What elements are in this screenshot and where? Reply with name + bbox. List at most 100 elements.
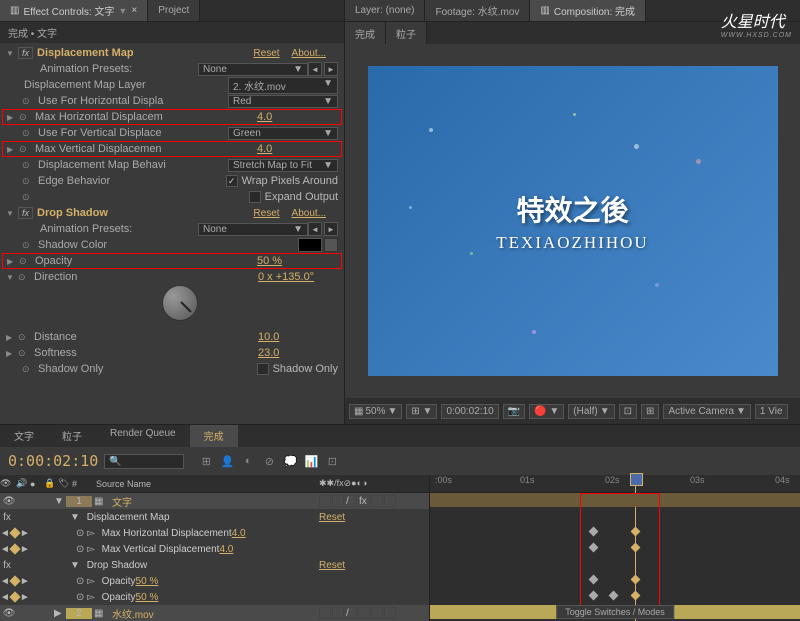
tab-project[interactable]: Project	[148, 0, 200, 21]
frame-blend-icon[interactable]: ◐	[240, 453, 256, 469]
tl-ds-name[interactable]: Drop Shadow	[83, 560, 148, 571]
switch[interactable]	[332, 607, 344, 619]
preset-next[interactable]: ►	[324, 62, 338, 76]
preset-prev[interactable]: ◄	[308, 222, 322, 236]
brainstorm-icon[interactable]: 💭	[282, 453, 298, 469]
direction-value[interactable]: 0 x +135.0°	[258, 271, 338, 283]
stopwatch-icon[interactable]: ⊙	[19, 256, 33, 267]
fx-badge[interactable]: fx	[18, 207, 33, 219]
switch[interactable]: fx	[358, 495, 370, 507]
switch[interactable]	[371, 495, 383, 507]
expand-arrow[interactable]: ▶	[7, 257, 19, 266]
stopwatch-icon[interactable]: ⊙	[22, 240, 36, 251]
v-max-value[interactable]: 4.0	[257, 143, 337, 155]
tl-opacity2-val[interactable]: 50 %	[136, 592, 216, 603]
next-key[interactable]: ►	[20, 544, 30, 555]
layer-name[interactable]: 水纹.mov	[108, 606, 319, 621]
views-dropdown[interactable]: 1 Vie	[755, 404, 788, 419]
stopwatch-icon[interactable]: ⊙	[18, 348, 32, 359]
key-indicator[interactable]	[9, 527, 20, 538]
presets-dropdown[interactable]: None▼	[198, 63, 308, 76]
visibility-toggle[interactable]: 👁	[0, 608, 18, 619]
draft-icon[interactable]: ⊡	[324, 453, 340, 469]
search-input[interactable]	[104, 454, 184, 469]
stopwatch-icon[interactable]: ⊙	[22, 128, 36, 139]
next-key[interactable]: ►	[20, 592, 30, 603]
time-display[interactable]: 0:00:02:10	[441, 404, 498, 419]
next-key[interactable]: ►	[20, 576, 30, 587]
viewer-crumb-1[interactable]: 完成	[345, 22, 386, 44]
preset-next[interactable]: ►	[324, 222, 338, 236]
collapse-arrow[interactable]: ▼	[6, 49, 18, 58]
stopwatch-icon[interactable]: ⊙	[22, 364, 36, 375]
behavior-dropdown[interactable]: Stretch Map to Fit▼	[228, 159, 338, 172]
softness-value[interactable]: 23.0	[258, 347, 338, 359]
expand-arrow[interactable]: ▶	[7, 113, 19, 122]
viewer-crumb-2[interactable]: 粒子	[386, 22, 427, 44]
tl-tab-2[interactable]: 粒子	[48, 425, 96, 447]
stopwatch-icon[interactable]: ⊙	[19, 144, 33, 155]
preset-prev[interactable]: ◄	[308, 62, 322, 76]
stopwatch-icon[interactable]: ⊙	[22, 160, 36, 171]
tl-ds-reset[interactable]: Reset	[319, 560, 429, 571]
motion-blur-icon[interactable]: ⊘	[261, 453, 277, 469]
tab-composition[interactable]: ▥ Composition: 完成	[530, 0, 646, 21]
tl-tab-3[interactable]: Render Queue	[96, 425, 190, 447]
comp-btn[interactable]: ⊞	[198, 453, 214, 469]
tab-footage[interactable]: Footage: 水纹.mov	[425, 0, 530, 21]
h-use-dropdown[interactable]: Red▼	[228, 95, 338, 108]
expand-arrow[interactable]: ▶	[6, 349, 18, 358]
graph-icon[interactable]: 📊	[303, 453, 319, 469]
stopwatch-icon[interactable]: ⊙	[22, 96, 36, 107]
color-swatch[interactable]	[298, 238, 322, 252]
tl-vmax-val[interactable]: 4.0	[219, 544, 299, 555]
eyedropper-icon[interactable]	[324, 238, 338, 252]
expand-arrow[interactable]: ▶	[7, 145, 19, 154]
switch[interactable]	[384, 495, 396, 507]
timeline-ruler[interactable]: :00s 01s 02s 03s 04s	[430, 475, 800, 493]
about-link[interactable]: About...	[292, 48, 326, 59]
tl-opacity-val[interactable]: 50 %	[136, 576, 216, 587]
stopwatch-icon[interactable]: ⊙	[19, 112, 33, 123]
col-num[interactable]: #	[72, 479, 90, 489]
switch[interactable]	[332, 495, 344, 507]
roi-icon[interactable]: ⊡	[619, 404, 637, 419]
ds-presets-dropdown[interactable]: None▼	[198, 223, 308, 236]
tl-tab-1[interactable]: 文字	[0, 425, 48, 447]
next-key[interactable]: ►	[20, 528, 30, 539]
tl-tab-4[interactable]: 完成	[190, 425, 238, 447]
shy-icon[interactable]: 👤	[219, 453, 235, 469]
stopwatch-icon[interactable]: ⊙	[18, 332, 32, 343]
res-dropdown[interactable]: (Half) ▼	[568, 404, 614, 419]
reset-link[interactable]: Reset	[253, 48, 279, 59]
zoom-dropdown[interactable]: ▦ 50% ▼	[349, 404, 402, 419]
fx-badge[interactable]: fx	[18, 47, 33, 59]
key-indicator[interactable]	[9, 591, 20, 602]
toggle-switches-button[interactable]: Toggle Switches / Modes	[556, 605, 674, 619]
h-max-value[interactable]: 4.0	[257, 111, 337, 123]
tl-dm-name[interactable]: Displacement Map	[83, 512, 170, 523]
stopwatch-icon[interactable]: ⊙	[18, 272, 32, 283]
opacity-value[interactable]: 50 %	[257, 255, 337, 267]
switch[interactable]	[358, 607, 370, 619]
switch[interactable]: /	[345, 607, 357, 619]
direction-knob[interactable]	[162, 285, 198, 321]
reset-link[interactable]: Reset	[253, 208, 279, 219]
camera-dropdown[interactable]: Active Camera ▼	[663, 404, 750, 419]
layer-name[interactable]: 文字	[108, 494, 319, 509]
grid-icon[interactable]: ⊞	[641, 404, 659, 419]
expand-checkbox[interactable]	[249, 191, 261, 203]
about-link[interactable]: About...	[292, 208, 326, 219]
col-source[interactable]: Source Name	[90, 479, 319, 489]
resolution-btn[interactable]: ⊞ ▼	[406, 404, 437, 419]
key-indicator[interactable]	[9, 543, 20, 554]
shadowonly-checkbox[interactable]	[257, 363, 269, 375]
switch[interactable]	[384, 607, 396, 619]
tl-dm-reset[interactable]: Reset	[319, 512, 429, 523]
key-indicator[interactable]	[9, 575, 20, 586]
switch[interactable]: /	[345, 495, 357, 507]
composition-preview[interactable]: 特效之後 TEXIAOZHIHOU	[368, 66, 778, 376]
expand-arrow[interactable]: ▶	[6, 333, 18, 342]
channel-btn[interactable]: 🔴 ▼	[529, 404, 564, 419]
dm-layer-dropdown[interactable]: 2. 水纹.mov▼	[228, 77, 338, 94]
